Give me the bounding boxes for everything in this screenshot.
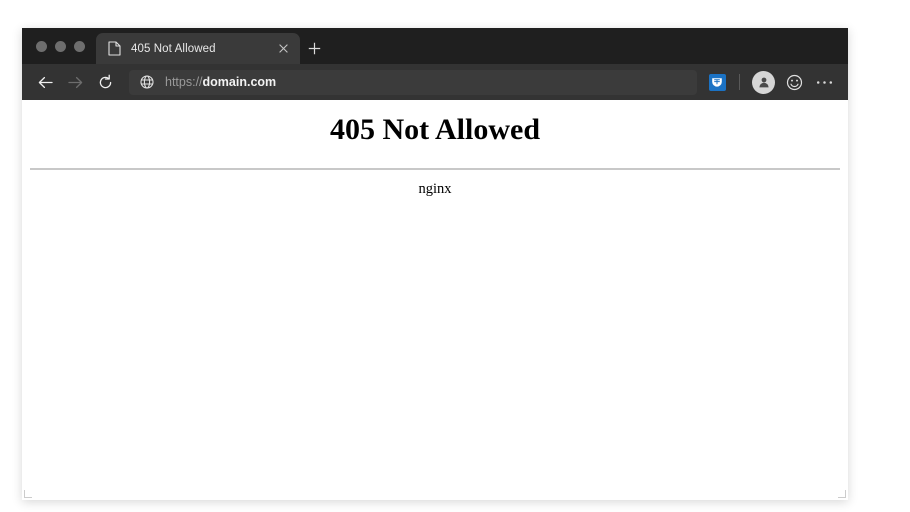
document-icon xyxy=(107,41,122,56)
reload-button[interactable] xyxy=(90,67,120,97)
server-signature: nginx xyxy=(418,180,452,197)
maximize-window-button[interactable] xyxy=(74,40,85,52)
tab-title: 405 Not Allowed xyxy=(131,42,216,55)
settings-menu-button[interactable] xyxy=(810,68,838,96)
url-text: https:// domain.com xyxy=(165,75,276,89)
profile-avatar[interactable] xyxy=(752,70,775,94)
url-host: domain.com xyxy=(202,75,277,89)
tab-strip: 405 Not Allowed xyxy=(22,28,848,64)
close-tab-button[interactable] xyxy=(275,40,292,57)
smiley-face-icon[interactable] xyxy=(780,68,808,96)
address-bar[interactable]: https:// domain.com xyxy=(129,69,697,95)
close-window-button[interactable] xyxy=(36,40,47,52)
forward-button[interactable] xyxy=(60,67,90,97)
url-scheme: https:// xyxy=(165,75,203,89)
minimize-window-button[interactable] xyxy=(55,40,66,52)
toolbar-actions xyxy=(704,67,838,97)
browser-window: 405 Not Allowed https:// domain.com 405 … xyxy=(22,28,848,500)
tab-405-not-allowed[interactable]: 405 Not Allowed xyxy=(96,33,300,64)
resize-grip-right[interactable] xyxy=(838,490,846,498)
page-divider xyxy=(30,167,840,170)
toolbar-divider xyxy=(739,74,740,90)
browser-toolbar: https:// domain.com xyxy=(22,64,848,100)
page-viewport: 405 Not Allowed nginx xyxy=(22,100,848,500)
shield-extension-icon[interactable] xyxy=(704,67,730,97)
globe-icon xyxy=(139,75,154,90)
page-title: 405 Not Allowed xyxy=(330,113,540,146)
resize-grip-left[interactable] xyxy=(24,490,32,498)
window-controls xyxy=(22,28,96,64)
new-tab-button[interactable] xyxy=(300,33,328,64)
back-button[interactable] xyxy=(30,67,60,97)
